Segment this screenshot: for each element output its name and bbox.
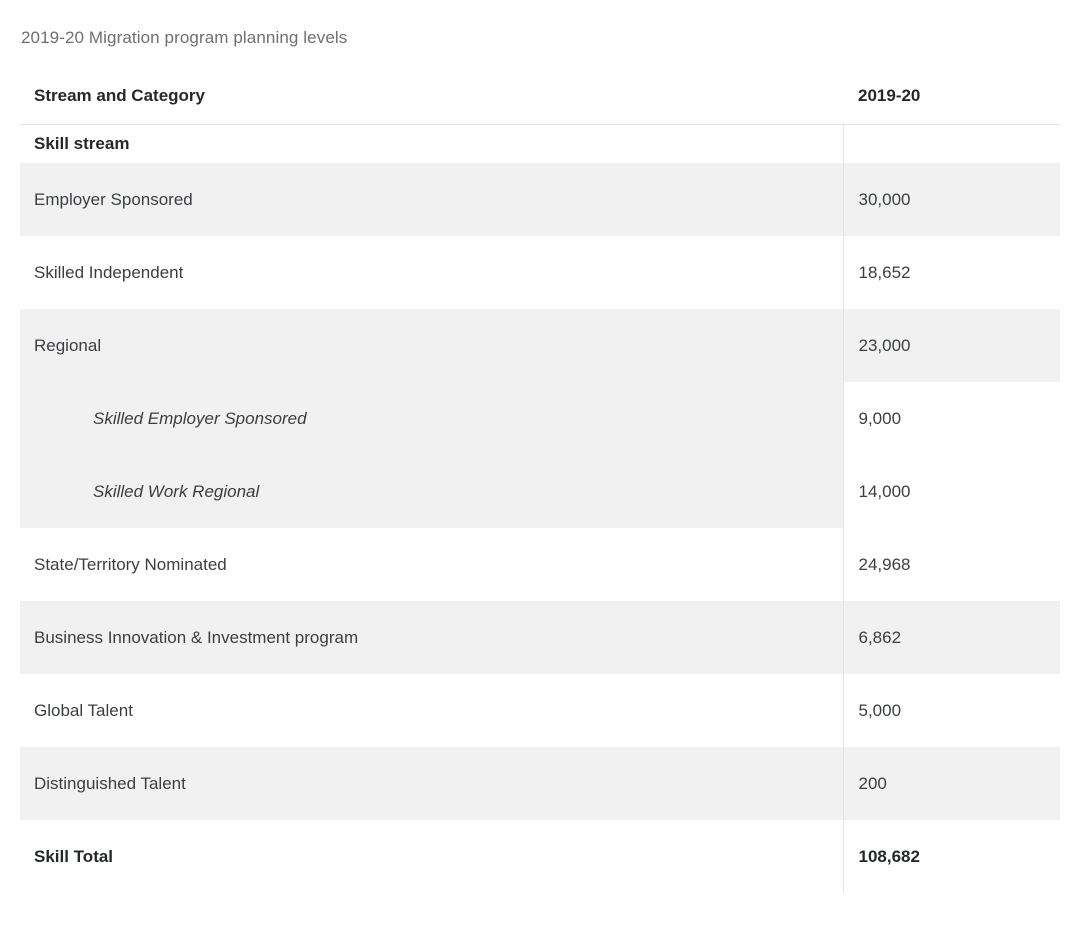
row-label-business-innovation-investment-program: Business Innovation & Investment program — [20, 601, 843, 674]
row-value-skilled-independent: 18,652 — [842, 236, 1060, 309]
table-row-sub: Skilled Work Regional 14,000 — [20, 455, 1060, 528]
row-label-skilled-employer-sponsored: Skilled Employer Sponsored — [93, 408, 307, 428]
migration-planning-levels-table: Stream and Category 2019-20 Skill stream… — [20, 68, 1060, 893]
table-row: Global Talent 5,000 — [20, 674, 1060, 747]
row-label-cell-skilled-work-regional: Skilled Work Regional — [20, 455, 843, 528]
row-label-skill-stream: Skill stream — [20, 124, 843, 163]
row-label-skilled-independent: Skilled Independent — [20, 236, 843, 309]
table-row: State/Territory Nominated 24,968 — [20, 528, 1060, 601]
table-row: Skilled Independent 18,652 — [20, 236, 1060, 309]
row-value-regional: 23,000 — [842, 309, 1060, 382]
row-value-employer-sponsored: 30,000 — [842, 163, 1060, 236]
row-value-business-innovation-investment-program: 6,862 — [842, 601, 1060, 674]
row-label-skilled-work-regional: Skilled Work Regional — [93, 481, 260, 501]
row-label-regional: Regional — [20, 309, 843, 382]
row-label-distinguished-talent: Distinguished Talent — [20, 747, 843, 820]
row-label-global-talent: Global Talent — [20, 674, 843, 747]
table-container: Stream and Category 2019-20 Skill stream… — [20, 68, 1060, 893]
row-label-skill-total: Skill Total — [20, 820, 843, 893]
table-body: Skill stream Employer Sponsored 30,000 S… — [20, 124, 1060, 893]
row-label-state-territory-nominated: State/Territory Nominated — [20, 528, 843, 601]
row-value-skilled-work-regional: 14,000 — [842, 455, 1060, 528]
row-value-skill-stream — [842, 124, 1060, 163]
row-value-skilled-employer-sponsored: 9,000 — [842, 382, 1060, 455]
column-header-stream-and-category: Stream and Category — [20, 68, 843, 125]
table-row: Business Innovation & Investment program… — [20, 601, 1060, 674]
table-row-group-skill-stream: Skill stream — [20, 124, 1060, 163]
table-row: Distinguished Talent 200 — [20, 747, 1060, 820]
table-row-total: Skill Total 108,682 — [20, 820, 1060, 893]
table-page: 2019-20 Migration program planning level… — [0, 0, 1080, 929]
column-header-2019-20: 2019-20 — [843, 68, 1060, 125]
table-row-sub: Skilled Employer Sponsored 9,000 — [20, 382, 1060, 455]
row-value-distinguished-talent: 200 — [842, 747, 1060, 820]
table-row: Employer Sponsored 30,000 — [20, 163, 1060, 236]
table-header-row: Stream and Category 2019-20 — [20, 68, 1060, 125]
row-value-global-talent: 5,000 — [842, 674, 1060, 747]
row-label-employer-sponsored: Employer Sponsored — [20, 163, 843, 236]
table-header: Stream and Category 2019-20 — [20, 68, 1060, 125]
row-value-state-territory-nominated: 24,968 — [842, 528, 1060, 601]
row-value-skill-total: 108,682 — [842, 820, 1060, 893]
table-caption: 2019-20 Migration program planning level… — [21, 28, 348, 47]
row-label-cell-skilled-employer-sponsored: Skilled Employer Sponsored — [20, 382, 843, 455]
table-row: Regional 23,000 — [20, 309, 1060, 382]
